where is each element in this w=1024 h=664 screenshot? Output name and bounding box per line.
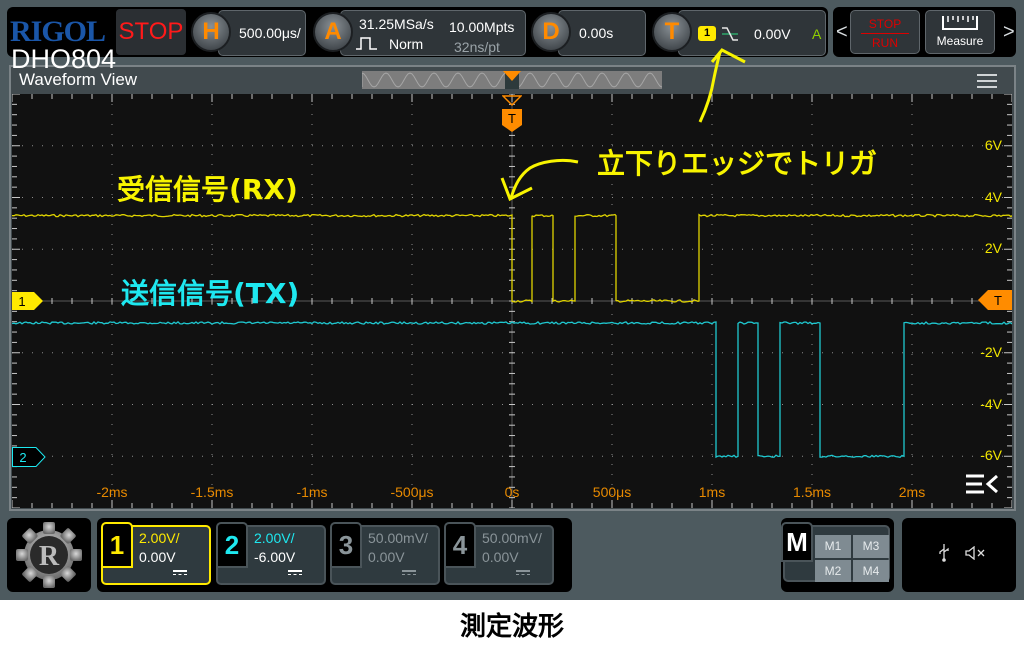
annotation-arrows — [500, 48, 746, 202]
oscilloscope-screen: RIGOL DHO804 STOP 500.00μs/ H 31.25MSa/s… — [0, 0, 1024, 600]
figure-caption: 測定波形 — [459, 612, 564, 642]
arrow-to-trigger-icon-line — [698, 51, 722, 123]
